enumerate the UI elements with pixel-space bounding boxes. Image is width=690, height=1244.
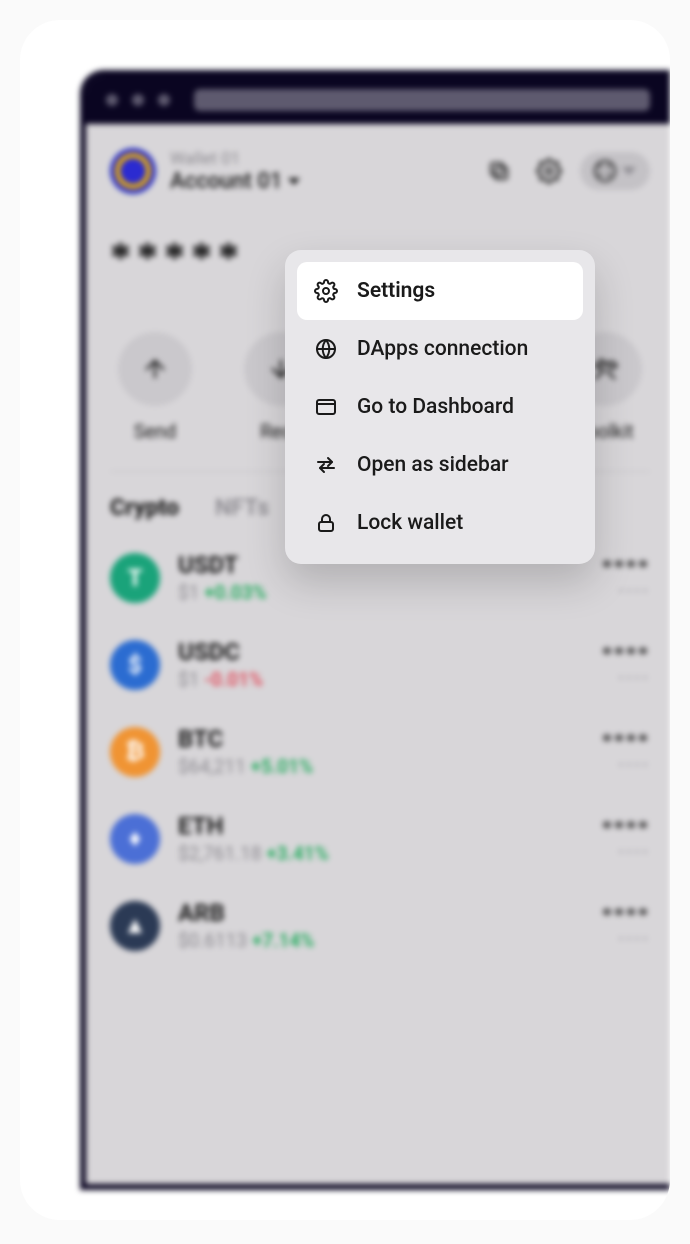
asset-symbol: ARB — [178, 899, 584, 927]
asset-symbol: BTC — [178, 725, 584, 753]
asset-symbol: USDC — [178, 638, 584, 666]
window-dot[interactable] — [106, 94, 118, 106]
send-button[interactable] — [118, 332, 192, 406]
asset-symbol: ETH — [178, 812, 584, 840]
menu-item-label: Open as sidebar — [357, 453, 509, 477]
asset-price: $1 — [178, 581, 199, 604]
asset-value-sub-masked: **** — [602, 846, 650, 861]
asset-change: -0.01% — [204, 668, 263, 691]
asset-price-row: $64,211 +5.01% — [178, 755, 584, 778]
asset-change: +5.01% — [251, 755, 313, 778]
grid-icon — [594, 160, 616, 182]
copy-icon — [487, 159, 511, 183]
settings-menu: Settings DApps connection Go to Dashboar… — [285, 250, 595, 564]
window-icon — [313, 394, 339, 420]
tab-nfts[interactable]: NFTs — [215, 494, 269, 521]
address-bar[interactable] — [194, 89, 650, 111]
coin-icon: ▲ — [110, 901, 160, 951]
gear-icon — [313, 278, 339, 304]
apps-menu-button[interactable] — [580, 152, 650, 190]
action-label: Send — [134, 420, 177, 443]
coin-icon: ₿ — [110, 727, 160, 777]
coin-icon: $ — [110, 640, 160, 690]
asset-row[interactable]: ♦ ETH $2,761.18 +3.41% **** **** — [110, 812, 650, 865]
wallet-label: Wallet 01 — [170, 149, 466, 169]
account-selector[interactable]: Account 01 — [170, 169, 466, 194]
asset-value-masked: **** — [602, 556, 650, 579]
asset-value-masked: **** — [602, 817, 650, 840]
asset-price-row: $2,761.18 +3.41% — [178, 842, 584, 865]
menu-item-label: Lock wallet — [357, 511, 463, 535]
asset-row[interactable]: ▲ ARB $0.6113 +7.14% **** **** — [110, 899, 650, 952]
asset-change: +3.41% — [266, 842, 328, 865]
window-dot[interactable] — [158, 94, 170, 106]
menu-item-sidebar[interactable]: Open as sidebar — [297, 436, 583, 494]
asset-price: $64,211 — [178, 755, 246, 778]
menu-item-dashboard[interactable]: Go to Dashboard — [297, 378, 583, 436]
asset-price: $1 — [178, 668, 199, 691]
account-name: Account 01 — [170, 169, 282, 194]
swap-icon — [313, 452, 339, 478]
asset-change: +7.14% — [252, 929, 314, 952]
asset-change: +0.03% — [204, 581, 266, 604]
account-avatar[interactable] — [110, 148, 156, 194]
asset-row[interactable]: $ USDC $1 -0.01% **** **** — [110, 638, 650, 691]
globe-icon — [313, 336, 339, 362]
menu-item-label: Settings — [357, 279, 435, 303]
window-dot[interactable] — [132, 94, 144, 106]
chevron-down-icon — [288, 178, 300, 185]
settings-button[interactable] — [530, 152, 568, 190]
asset-value-sub-masked: **** — [602, 759, 650, 774]
asset-price: $0.6113 — [178, 929, 247, 952]
asset-value-sub-masked: **** — [602, 933, 650, 948]
asset-row[interactable]: ₿ BTC $64,211 +5.01% **** **** — [110, 725, 650, 778]
asset-value-sub-masked: **** — [602, 585, 650, 600]
menu-item-label: Go to Dashboard — [357, 395, 514, 419]
tools-icon — [591, 355, 619, 383]
tab-crypto[interactable]: Crypto — [110, 494, 179, 521]
coin-icon: T — [110, 553, 160, 603]
asset-price-row: $1 -0.01% — [178, 668, 584, 691]
lock-icon — [313, 510, 339, 536]
asset-value-masked: **** — [602, 904, 650, 927]
menu-item-dapps[interactable]: DApps connection — [297, 320, 583, 378]
menu-item-lock[interactable]: Lock wallet — [297, 494, 583, 552]
asset-price-row: $0.6113 +7.14% — [178, 929, 584, 952]
chevron-down-icon — [622, 167, 636, 175]
asset-price: $2,761.18 — [178, 842, 262, 865]
menu-item-settings[interactable]: Settings — [297, 262, 583, 320]
browser-titlebar — [86, 76, 670, 124]
asset-value-masked: **** — [602, 730, 650, 753]
coin-icon: ♦ — [110, 814, 160, 864]
asset-price-row: $1 +0.03% — [178, 581, 584, 604]
asset-value-masked: **** — [602, 643, 650, 666]
copy-button[interactable] — [480, 152, 518, 190]
arrow-up-icon — [141, 355, 169, 383]
gear-icon — [536, 158, 562, 184]
asset-value-sub-masked: **** — [602, 672, 650, 687]
menu-item-label: DApps connection — [357, 337, 528, 361]
